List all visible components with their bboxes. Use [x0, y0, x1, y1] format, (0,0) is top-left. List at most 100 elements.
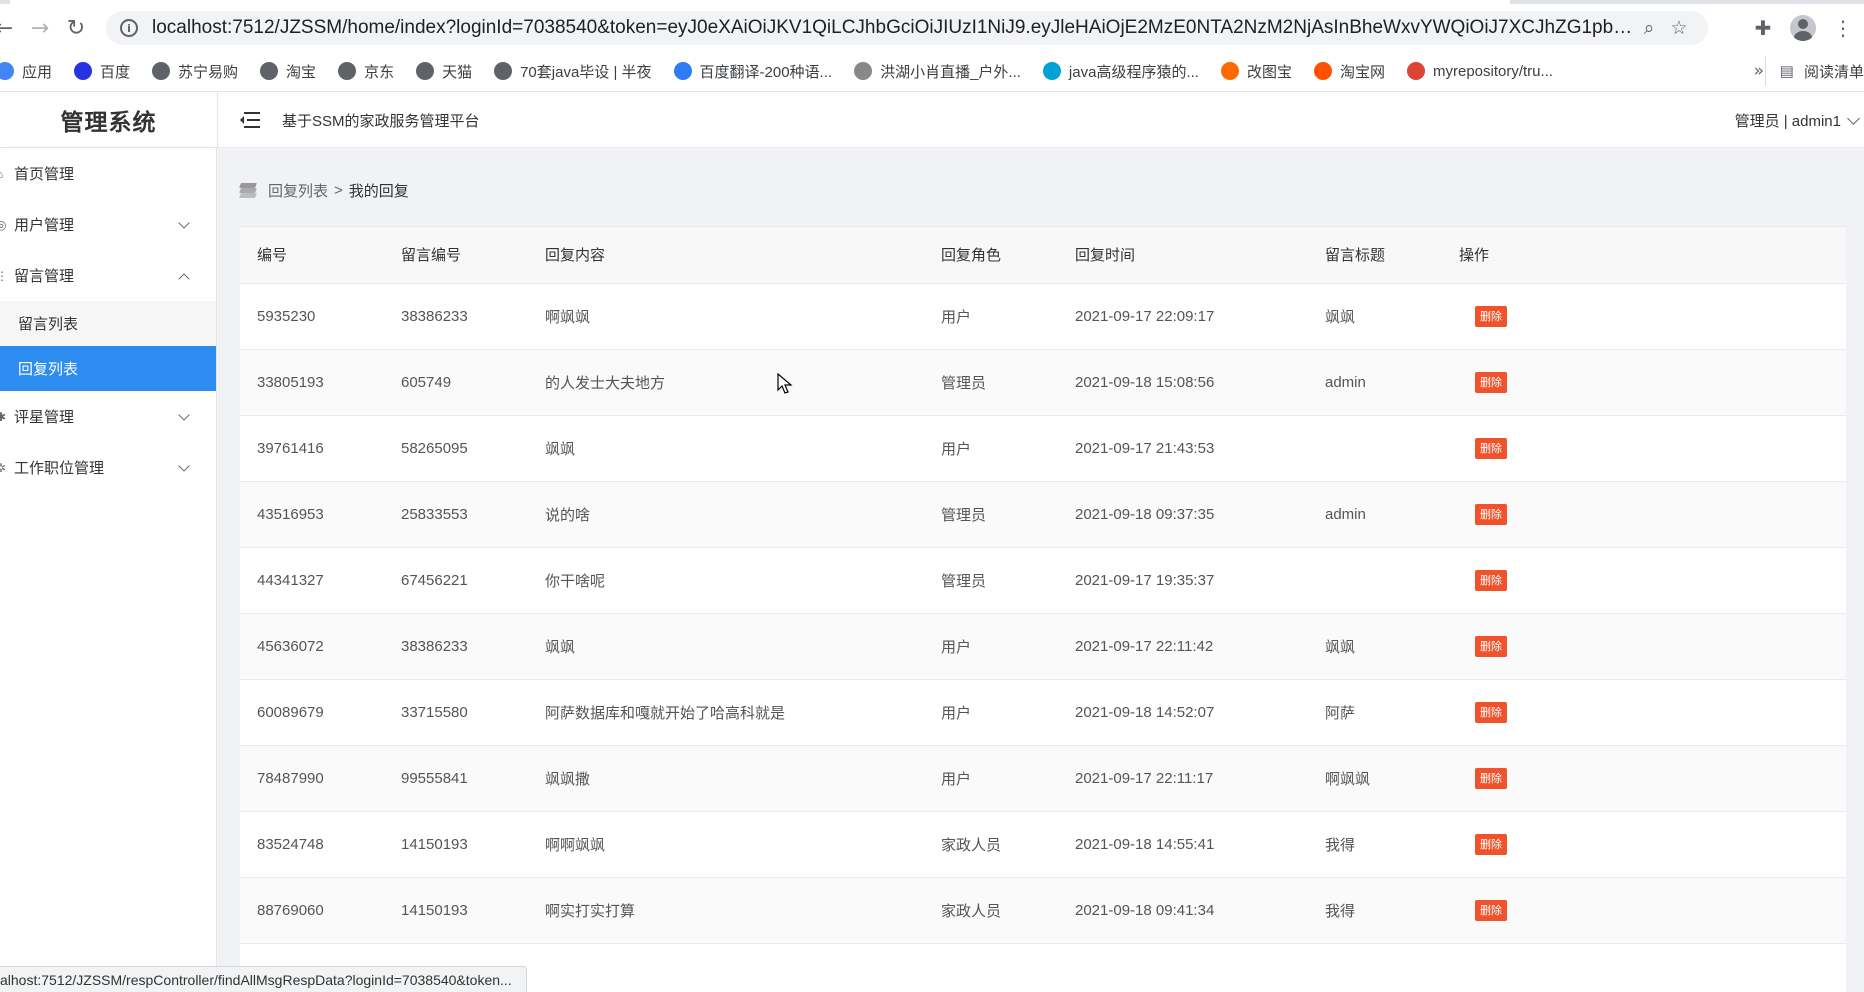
delete-button[interactable]: 删除	[1475, 437, 1507, 459]
bookmark-item[interactable]: 洪湖小肖直播_户外...	[854, 61, 1021, 82]
sidebar-subitem-message-list[interactable]: 留言列表	[0, 301, 216, 346]
table-cell: 38386233	[384, 283, 528, 350]
bookmark-label: 洪湖小肖直播_户外...	[880, 63, 1021, 81]
bookmark-item[interactable]: 京东	[338, 61, 394, 82]
main-content: 回复列表 > 我的回复 编号 留言编号 回复内容 回复角色 回复时间 留言标题 操作 593…	[218, 148, 1864, 992]
table-cell: 啊实打实打算	[528, 877, 924, 944]
bookmark-star-icon[interactable]: ☆	[1664, 17, 1694, 39]
reading-list-button[interactable]: ▤ 阅读清单	[1764, 56, 1864, 86]
tab-strip	[0, 0, 1864, 4]
table-row: 5935230 38386233 啊飒飒 用户 2021-09-17 22:09:17 飒…	[240, 283, 1846, 350]
extensions-icon[interactable]: ✚	[1750, 15, 1776, 41]
browser-menu-icon[interactable]: ⋮	[1830, 15, 1856, 41]
table-row: 44341327 67456221 你干啥呢 管理员 2021-09-17 19:35:…	[240, 547, 1846, 614]
bookmark-item[interactable]: 应用	[0, 61, 52, 82]
sidebar-item-users[interactable]: ◎ 用户管理	[0, 199, 216, 250]
table-cell-actions: 删除	[1442, 811, 1846, 878]
breadcrumb-parent[interactable]: 回复列表	[268, 180, 328, 201]
column-header: 回复时间	[1058, 227, 1308, 284]
delete-button[interactable]: 删除	[1475, 569, 1507, 591]
bookmark-item[interactable]: 百度翻译-200种语...	[673, 61, 833, 82]
table-cell: 啊飒飒	[1308, 745, 1442, 812]
table-cell: 2021-09-18 14:52:07	[1058, 679, 1308, 746]
bookmark-item[interactable]: 百度	[74, 61, 130, 82]
header-bar: 基于SSM的家政服务管理平台 管理员 | admin1	[217, 92, 1864, 148]
delete-button[interactable]: 删除	[1475, 767, 1507, 789]
sidebar-item-jobs[interactable]: ✲ 工作职位管理	[0, 442, 216, 493]
bookmark-item[interactable]: 天猫	[416, 61, 472, 82]
bookmark-item[interactable]: myrepository/tru...	[1406, 62, 1554, 80]
table-cell: 88769060	[240, 877, 384, 944]
sidebar-item-label: 工作职位管理	[14, 460, 105, 477]
delete-button[interactable]: 删除	[1475, 899, 1507, 921]
bookmark-label: 淘宝	[286, 63, 317, 81]
table-cell-actions: 删除	[1442, 877, 1846, 944]
reload-icon[interactable]: ↻	[58, 10, 94, 46]
table-cell: 飒飒	[1308, 613, 1442, 680]
table-cell: 33805193	[240, 349, 384, 416]
bookmark-label: 70套java毕设 | 半夜	[520, 63, 652, 81]
table-cell: 用户	[924, 415, 1058, 482]
globe-icon	[1042, 62, 1061, 80]
bookmark-item[interactable]: 淘宝	[260, 61, 316, 82]
table-cell: 14150193	[384, 877, 528, 944]
column-header: 留言标题	[1308, 227, 1442, 284]
table-cell: admin	[1308, 481, 1442, 548]
table-cell: 14150193	[384, 811, 528, 878]
user-icon: ◎	[0, 217, 7, 232]
table-cell: 你干啥呢	[528, 547, 924, 614]
profile-avatar-icon[interactable]	[1790, 15, 1816, 41]
bookmark-item[interactable]: java高级程序猿的...	[1042, 61, 1199, 82]
menu-toggle-icon[interactable]	[240, 112, 262, 128]
sidebar-item-label: 首页管理	[14, 166, 75, 183]
table-cell: 飒飒撒	[528, 745, 924, 812]
table-cell: 2021-09-17 22:11:17	[1058, 745, 1308, 812]
user-menu[interactable]: 管理员 | admin1	[1735, 92, 1864, 148]
table-cell: 44341327	[240, 547, 384, 614]
sidebar-item-messages[interactable]: ⋮ 留言管理	[0, 250, 216, 301]
zoom-icon[interactable]: ⌕	[1634, 17, 1664, 39]
table-row: 83524748 14150193 啊啊飒飒 家政人员 2021-09-18 14:55…	[240, 811, 1846, 878]
table-cell: 2021-09-18 14:55:41	[1058, 811, 1308, 878]
bookmark-label: 京东	[364, 63, 395, 81]
url-text[interactable]: localhost:7512/JZSSM/home/index?loginId=…	[152, 17, 1634, 39]
delete-button[interactable]: 删除	[1475, 371, 1507, 393]
delete-button[interactable]: 删除	[1475, 701, 1507, 723]
address-bar[interactable]: i localhost:7512/JZSSM/home/index?loginI…	[106, 11, 1708, 45]
bookmark-label: 苏宁易购	[178, 63, 239, 81]
column-header: 操作	[1442, 227, 1846, 284]
table-row: 39761416 58265095 飒飒 用户 2021-09-17 21:43:53 删…	[240, 415, 1846, 482]
table-cell: 阿萨	[1308, 679, 1442, 746]
bookmarks-overflow-button[interactable]: »	[1754, 56, 1764, 86]
layers-icon	[239, 183, 258, 198]
bookmark-item[interactable]: 改图宝	[1220, 61, 1292, 82]
active-tab[interactable]	[10, 0, 1510, 4]
sidebar-item-ratings[interactable]: ✱ 评星管理	[0, 391, 216, 442]
address-row: ← → ↻ i localhost:7512/JZSSM/home/index?…	[0, 8, 1864, 48]
delete-button[interactable]: 删除	[1475, 305, 1507, 327]
delete-button[interactable]: 删除	[1475, 635, 1507, 657]
bookmark-label: myrepository/tru...	[1432, 62, 1554, 80]
bookmark-item[interactable]: 70套java毕设 | 半夜	[494, 61, 652, 82]
globe-icon	[338, 62, 357, 80]
table-cell	[1308, 415, 1442, 482]
table-cell: 啊飒飒	[528, 283, 924, 350]
site-info-icon[interactable]: i	[120, 19, 138, 37]
chevron-down-icon	[1847, 111, 1860, 125]
home-icon: ⌂	[0, 167, 8, 181]
bookmark-label: 百度翻译-200种语...	[699, 63, 833, 81]
table-cell: 60089679	[240, 679, 384, 746]
back-icon[interactable]: ←	[0, 10, 22, 46]
sidebar-item-home[interactable]: ⌂ 首页管理	[0, 148, 216, 199]
table-cell: 78487990	[240, 745, 384, 812]
bookmark-item[interactable]: 淘宝网	[1313, 61, 1385, 82]
table-cell-actions: 删除	[1442, 679, 1846, 746]
forward-icon[interactable]: →	[22, 10, 58, 46]
delete-button[interactable]: 删除	[1475, 833, 1507, 855]
bookmark-item[interactable]: 苏宁易购	[152, 61, 238, 82]
browser-chrome: ← → ↻ i localhost:7512/JZSSM/home/index?…	[0, 0, 1864, 92]
delete-button[interactable]: 删除	[1475, 503, 1507, 525]
mouse-cursor-icon	[777, 373, 793, 394]
sidebar-subitem-reply-list[interactable]: 回复列表	[0, 346, 216, 391]
gear-icon: ✲	[0, 460, 7, 475]
